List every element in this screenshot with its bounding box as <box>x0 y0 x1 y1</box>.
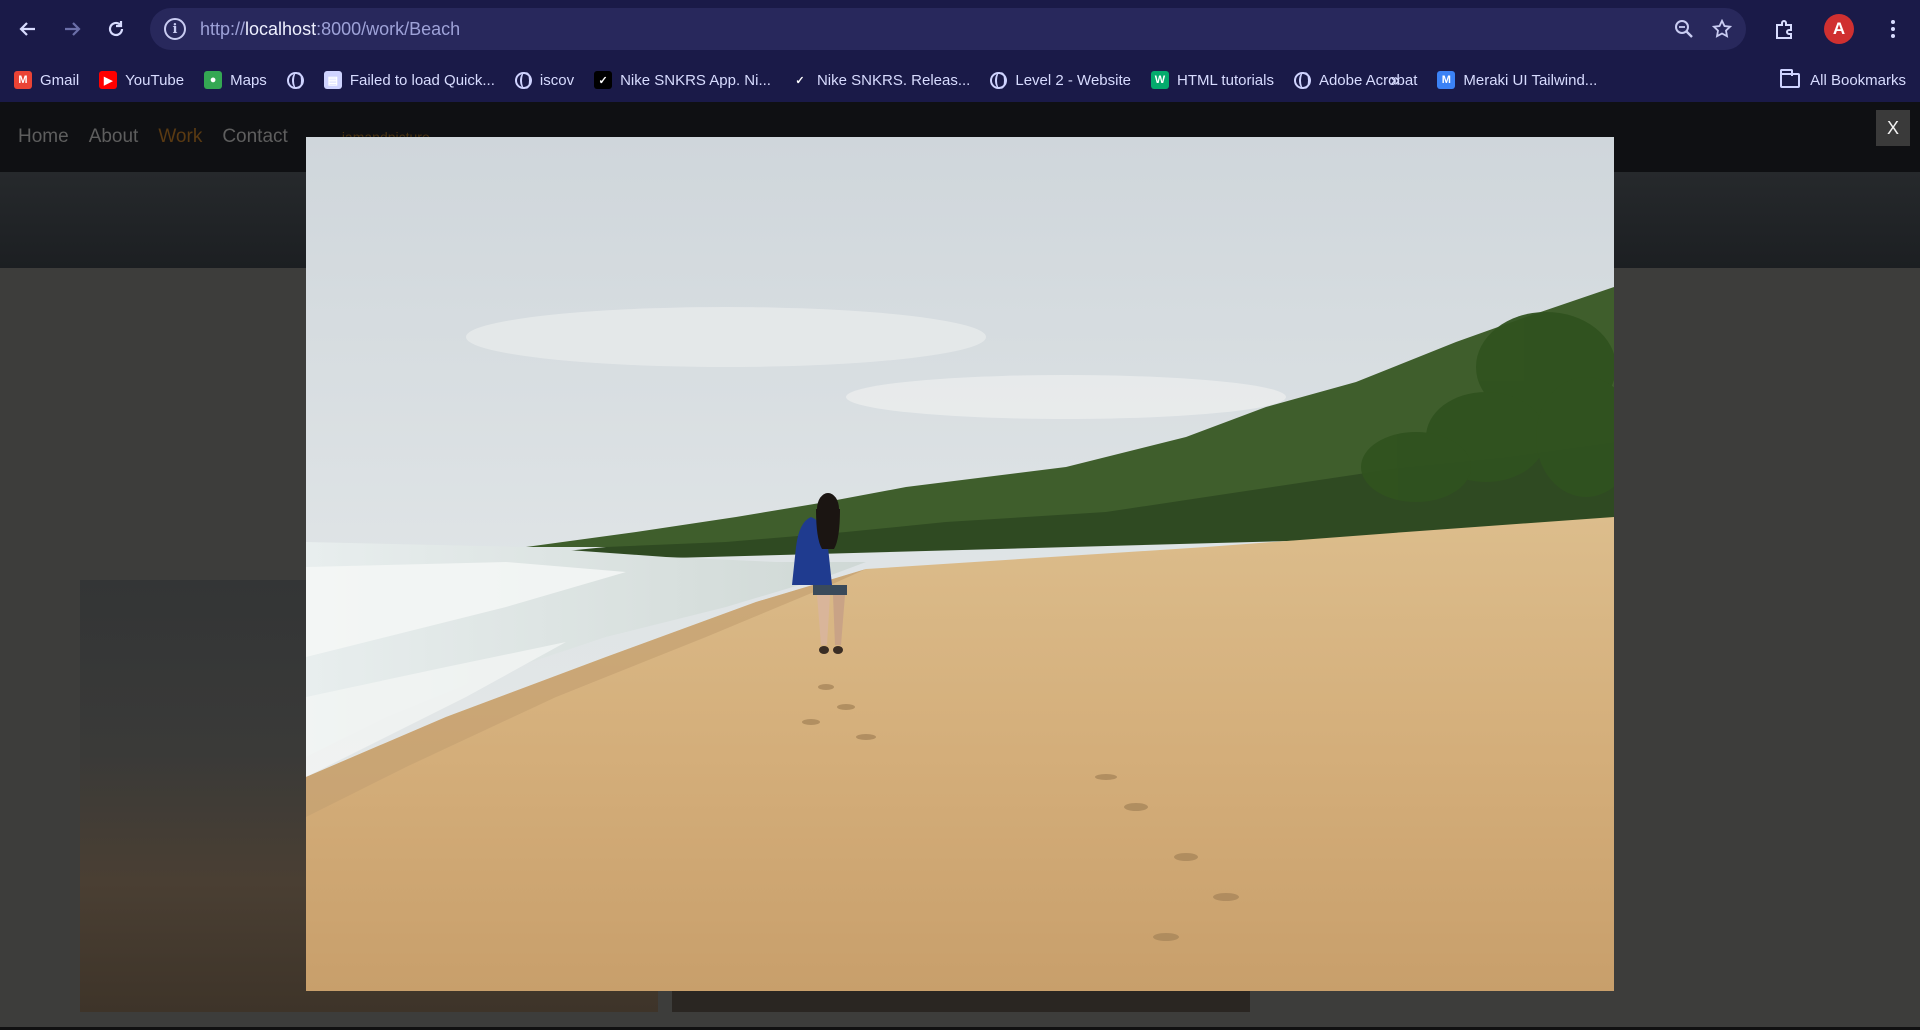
more-bookmarks-button[interactable]: » <box>1390 58 1400 102</box>
youtube-icon: ▶ <box>99 71 118 89</box>
folder-icon <box>1780 68 1801 88</box>
globe-icon <box>990 71 1008 89</box>
bookmark-label: Nike SNKRS App. Ni... <box>620 71 771 89</box>
page-icon: ▤ <box>323 71 342 89</box>
lightbox-close-button[interactable]: X <box>1876 110 1910 146</box>
site-info-icon[interactable]: i <box>164 18 186 40</box>
back-button[interactable] <box>6 7 50 51</box>
reload-icon <box>108 21 124 37</box>
forward-button[interactable] <box>50 7 94 51</box>
lightbox-photo-beach <box>306 137 1614 991</box>
bookmark-label: Nike SNKRS. Releas... <box>816 71 971 89</box>
beach-photo-image <box>306 137 1614 991</box>
globe-icon <box>514 71 532 89</box>
bookmark-item[interactable]: ▶ YouTube <box>99 71 184 89</box>
gmail-icon: M <box>14 71 32 89</box>
all-bookmarks-button[interactable]: All Bookmarks <box>1780 58 1906 102</box>
avatar: A <box>1824 14 1854 44</box>
bookmark-label: Failed to load Quick... <box>349 71 495 89</box>
bookmark-item[interactable]: ▤ Failed to load Quick... <box>323 71 495 89</box>
w3schools-icon: W <box>1150 71 1169 89</box>
bookmarks-bar: M Gmail ▶ YouTube ● Maps ▤ Failed to load Quick… <box>0 58 1920 102</box>
puzzle-icon <box>1776 20 1792 39</box>
bookmark-item[interactable]: iscov <box>514 71 575 89</box>
profile-button[interactable]: A <box>1812 0 1866 58</box>
bookmark-item[interactable]: M Meraki UI Tailwind... <box>1437 71 1597 89</box>
address-bar[interactable]: i http://localhost:8000/work/Beach <box>150 8 1746 50</box>
bookmark-label: Gmail <box>40 71 80 89</box>
bookmark-label: YouTube <box>125 71 185 89</box>
reload-button[interactable] <box>94 7 138 51</box>
maps-icon: ● <box>204 71 223 89</box>
bookmark-item[interactable]: ● Maps <box>204 71 267 89</box>
bookmark-star-icon[interactable] <box>1712 19 1732 39</box>
bookmark-label: Level 2 - Website <box>1015 71 1131 89</box>
bookmark-item[interactable]: W HTML tutorials <box>1150 71 1274 89</box>
browser-menu-button[interactable] <box>1866 0 1920 58</box>
bookmark-item[interactable]: M Gmail <box>14 71 79 89</box>
bookmark-label: Adobe Acrobat <box>1318 71 1418 89</box>
extensions-button[interactable] <box>1758 0 1812 58</box>
nike-icon: ✓ <box>790 71 809 89</box>
globe-icon <box>286 71 304 89</box>
all-bookmarks-label: All Bookmarks <box>1810 71 1906 89</box>
bookmark-label: Meraki UI Tailwind... <box>1463 71 1598 89</box>
bookmark-item[interactable]: ✓ Nike SNKRS. Releas... <box>790 71 971 89</box>
bookmark-item[interactable] <box>286 71 304 89</box>
bookmark-item[interactable]: Level 2 - Website <box>990 71 1131 89</box>
browser-toolbar: i http://localhost:8000/work/Beach A <box>0 0 1920 58</box>
bookmark-item[interactable]: ✓ Nike SNKRS App. Ni... <box>594 71 771 89</box>
zoom-icon[interactable] <box>1674 19 1694 39</box>
forward-arrow-icon <box>65 22 81 36</box>
kebab-menu-icon <box>1891 20 1895 38</box>
nike-icon: ✓ <box>594 71 613 89</box>
bookmark-label: iscov <box>539 71 575 89</box>
url-text[interactable]: http://localhost:8000/work/Beach <box>200 19 460 40</box>
back-arrow-icon <box>19 22 35 36</box>
bookmark-label: HTML tutorials <box>1176 71 1274 89</box>
meraki-icon: M <box>1437 71 1456 89</box>
bookmark-label: Maps <box>230 71 267 89</box>
globe-icon <box>1293 71 1311 89</box>
